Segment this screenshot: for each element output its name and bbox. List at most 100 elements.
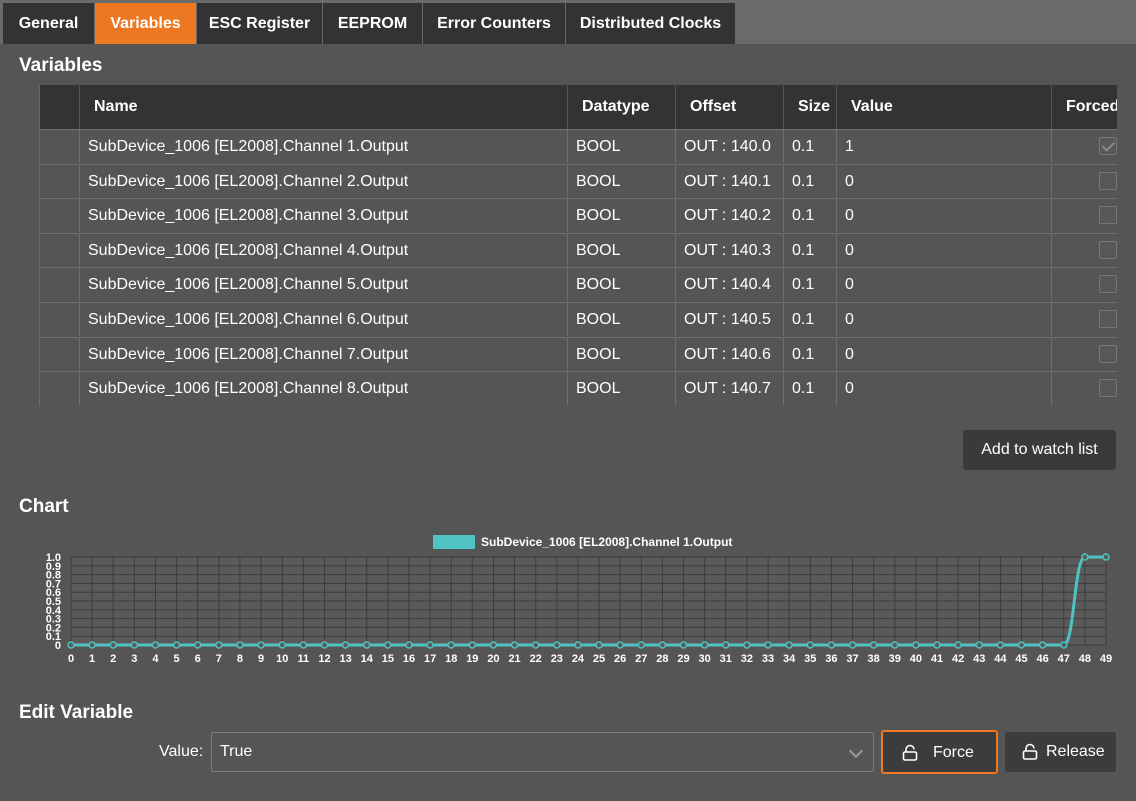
column-offset[interactable]: Offset	[676, 85, 784, 129]
chart: 0 0.1 0.2 0.3 0.4 0.5 0.6 0.7 0.8 0.9 1.0 0 1 2 3 4 5 6 7 8…	[19, 528, 1119, 673]
data-point	[426, 641, 434, 649]
forced-checkbox[interactable]	[1099, 137, 1117, 155]
x-tick-label: 4	[152, 653, 159, 665]
tab-esc-register[interactable]: ESC Register	[197, 3, 322, 44]
x-tick-label: 1	[89, 653, 95, 665]
cell-offset: OUT : 140.3	[676, 233, 784, 267]
cell-size: 0.1	[784, 199, 837, 233]
column-value[interactable]: Value	[837, 85, 1052, 129]
data-point	[447, 641, 455, 649]
data-point	[130, 641, 139, 649]
forced-checkbox[interactable]	[1099, 206, 1117, 225]
force-button[interactable]: Force	[881, 730, 998, 774]
data-point	[510, 641, 519, 649]
data-point	[88, 641, 96, 649]
cell-name: SubDevice_1006 [EL2008].Channel 7.Output	[80, 337, 568, 371]
cell-size: 0.1	[784, 164, 837, 198]
tab-bar: General Variables ESC Register EEPROM Er…	[0, 0, 1136, 44]
data-point	[1081, 553, 1089, 561]
x-tick-label: 16	[403, 653, 415, 665]
data-point	[869, 641, 878, 649]
x-tick-label: 31	[720, 653, 732, 665]
forced-checkbox[interactable]	[1099, 275, 1117, 294]
x-tick-label: 42	[952, 653, 964, 665]
forced-checkbox[interactable]	[1099, 344, 1117, 363]
cell-datatype: BOOL	[568, 303, 676, 336]
forced-checkbox[interactable]	[1099, 240, 1117, 259]
cell-value: 0	[837, 233, 1052, 267]
data-point	[67, 641, 75, 649]
data-point	[1038, 641, 1047, 649]
data-point	[236, 641, 244, 649]
cell-size: 0.1	[784, 337, 837, 371]
column-name[interactable]: Name	[80, 85, 568, 129]
table-row[interactable]: SubDevice_1006 [EL2008].Channel 8.Output…	[40, 371, 1117, 406]
data-point	[933, 641, 941, 649]
edit-variable-title: Edit Variable	[19, 702, 134, 723]
row-header-column	[40, 85, 80, 129]
x-tick-label: 22	[530, 653, 542, 665]
data-point	[172, 641, 181, 649]
x-tick-label: 37	[846, 653, 858, 665]
cell-datatype: BOOL	[568, 164, 676, 198]
x-tick-label: 44	[994, 653, 1007, 665]
row-header-cell	[40, 372, 80, 406]
data-point	[764, 641, 772, 649]
cell-value: 0	[837, 164, 1052, 198]
tab-variables[interactable]: Variables	[95, 3, 196, 44]
data-point	[1102, 553, 1110, 561]
data-point	[891, 641, 899, 649]
x-tick-label: 28	[656, 653, 668, 665]
x-tick-label: 18	[445, 653, 457, 665]
x-tick-label: 5	[174, 653, 180, 665]
variables-table: Name Datatype Offset Size Value Forced S…	[39, 85, 1117, 406]
cell-value: 1	[837, 130, 1052, 163]
value-select-text: True	[220, 743, 253, 760]
data-point	[1060, 641, 1068, 649]
forced-checkbox[interactable]	[1099, 379, 1117, 398]
cell-name: SubDevice_1006 [EL2008].Channel 3.Output	[80, 199, 568, 233]
table-row[interactable]: SubDevice_1006 [EL2008].Channel 3.Output…	[40, 198, 1117, 233]
table-row[interactable]: SubDevice_1006 [EL2008].Channel 7.Output…	[40, 336, 1117, 371]
add-to-watch-list-button[interactable]: Add to watch list	[963, 430, 1116, 470]
x-tick-label: 34	[783, 653, 796, 665]
cell-offset: OUT : 140.6	[676, 337, 784, 371]
data-point	[193, 641, 202, 649]
row-header-cell	[40, 337, 80, 371]
column-datatype[interactable]: Datatype	[568, 85, 676, 129]
forced-checkbox[interactable]	[1099, 310, 1117, 328]
cell-size: 0.1	[784, 268, 837, 302]
x-tick-label: 7	[216, 653, 222, 665]
value-select[interactable]: True	[211, 732, 874, 772]
table-row[interactable]: SubDevice_1006 [EL2008].Channel 4.Output…	[40, 232, 1117, 267]
row-header-cell	[40, 164, 80, 198]
table-row[interactable]: SubDevice_1006 [EL2008].Channel 6.Output…	[40, 302, 1117, 336]
cell-datatype: BOOL	[568, 233, 676, 267]
x-tick-label: 48	[1079, 653, 1091, 665]
cell-name: SubDevice_1006 [EL2008].Channel 1.Output	[80, 130, 568, 163]
forced-checkbox[interactable]	[1099, 171, 1117, 190]
table-row[interactable]: SubDevice_1006 [EL2008].Channel 2.Output…	[40, 163, 1117, 198]
cell-value: 0	[837, 303, 1052, 336]
data-point	[468, 641, 477, 649]
x-tick-label: 12	[318, 653, 330, 665]
data-point	[553, 641, 561, 649]
table-row[interactable]: SubDevice_1006 [EL2008].Channel 5.Output…	[40, 267, 1117, 302]
column-forced[interactable]: Forced	[1052, 85, 1117, 129]
tab-error-counters[interactable]: Error Counters	[423, 3, 565, 44]
column-size[interactable]: Size	[784, 85, 837, 129]
x-tick-label: 47	[1058, 653, 1070, 665]
table-row[interactable]: SubDevice_1006 [EL2008].Channel 1.Output…	[40, 129, 1117, 163]
release-button[interactable]: Release	[1005, 732, 1116, 772]
legend-label: SubDevice_1006 [EL2008].Channel 1.Output	[481, 535, 732, 549]
x-tick-label: 40	[910, 653, 922, 665]
data-point	[954, 641, 962, 649]
data-point	[1017, 641, 1026, 649]
x-tick-label: 14	[361, 653, 374, 665]
cell-offset: OUT : 140.4	[676, 268, 784, 302]
tab-distributed-clocks[interactable]: Distributed Clocks	[566, 3, 735, 44]
cell-value: 0	[837, 337, 1052, 371]
tab-general[interactable]: General	[3, 3, 94, 44]
tab-eeprom[interactable]: EEPROM	[323, 3, 422, 44]
x-tick-label: 2	[110, 653, 116, 665]
